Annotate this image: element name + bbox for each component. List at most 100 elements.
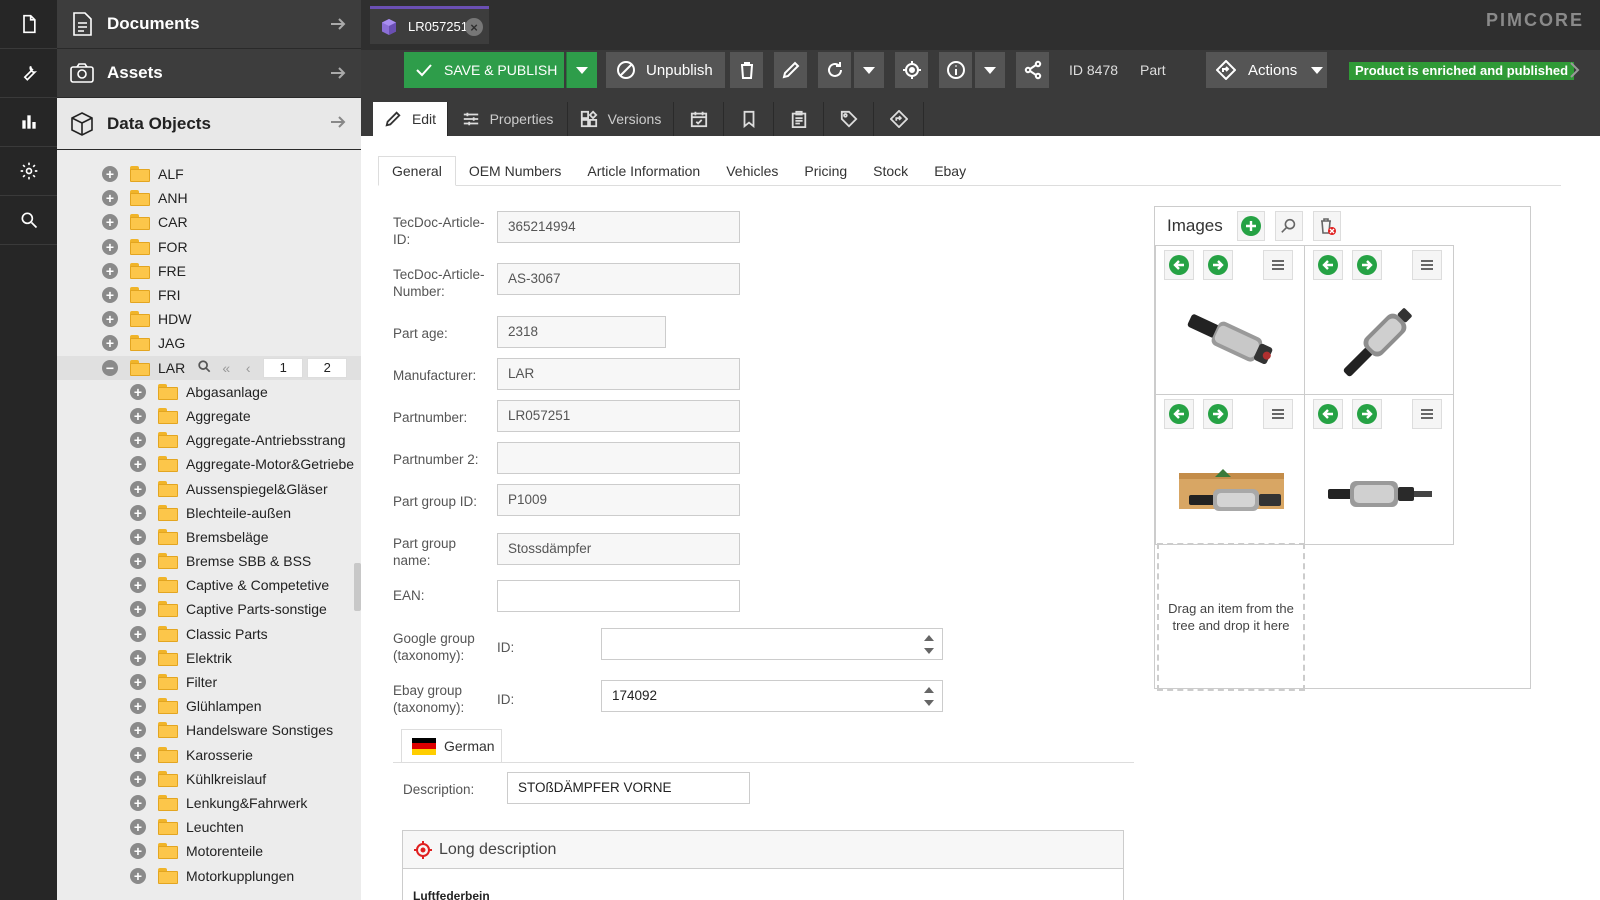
content-tab[interactable]: Vehicles — [713, 156, 791, 186]
search-icon[interactable] — [0, 196, 57, 245]
tree-node[interactable]: + Bremse SBB & BSS — [57, 549, 361, 573]
locate-in-tree-button[interactable] — [895, 52, 928, 88]
collapse-icon[interactable]: − — [102, 359, 118, 376]
documents-accordion[interactable]: Documents — [57, 0, 361, 49]
expand-icon[interactable]: + — [130, 625, 146, 642]
expand-icon[interactable]: + — [130, 698, 146, 715]
tree-node[interactable]: + Blechteile-außen — [57, 501, 361, 525]
spinner-icon[interactable] — [924, 635, 934, 655]
tree-node[interactable]: + Captive & Competetive — [57, 573, 361, 597]
content-tab[interactable]: General — [378, 156, 456, 186]
part-group-name-field[interactable]: Stossdämpfer — [497, 533, 740, 565]
move-right-button[interactable] — [1203, 250, 1233, 280]
tree-collapse-handle[interactable] — [354, 563, 361, 611]
expand-icon[interactable]: + — [130, 553, 146, 570]
rename-button[interactable] — [774, 52, 807, 88]
expand-icon[interactable]: + — [130, 383, 146, 400]
tree-node[interactable]: + FRI — [57, 283, 361, 307]
tab-language-german[interactable]: German — [401, 729, 502, 763]
expand-icon[interactable]: + — [130, 770, 146, 787]
expand-icon[interactable]: + — [130, 480, 146, 497]
expand-icon[interactable]: + — [130, 819, 146, 836]
image-menu-button[interactable] — [1263, 250, 1293, 280]
tree-node[interactable]: + FRE — [57, 259, 361, 283]
tab-schedule[interactable] — [674, 102, 724, 136]
tree-node[interactable]: + Handelsware Sonstiges — [57, 718, 361, 742]
image-menu-button[interactable] — [1412, 399, 1442, 429]
save-dropdown-button[interactable] — [566, 52, 597, 88]
actions-button[interactable]: Actions — [1206, 52, 1327, 88]
assets-accordion[interactable]: Assets — [57, 49, 361, 98]
file-icon[interactable] — [0, 0, 57, 49]
image-menu-button[interactable] — [1263, 399, 1293, 429]
expand-icon[interactable]: + — [102, 190, 118, 207]
close-icon[interactable]: × — [465, 18, 483, 36]
expand-icon[interactable]: + — [130, 504, 146, 521]
arrow-right-icon[interactable] — [329, 113, 347, 131]
tree-node[interactable]: + Aggregate-Antriebsstrang — [57, 428, 361, 452]
expand-icon[interactable]: + — [130, 432, 146, 449]
tecdoc-article-number-field[interactable]: AS-3067 — [497, 263, 740, 295]
spinner-icon[interactable] — [924, 687, 934, 707]
tree-node[interactable]: + Motorenteile — [57, 839, 361, 863]
content-tab[interactable]: Stock — [860, 156, 921, 186]
image-item[interactable] — [1304, 245, 1454, 396]
tree-node[interactable]: + Bremsbeläge — [57, 525, 361, 549]
expand-icon[interactable]: + — [130, 456, 146, 473]
image-menu-button[interactable] — [1412, 250, 1442, 280]
expand-icon[interactable]: + — [102, 214, 118, 231]
save-publish-button[interactable]: Save & Publish — [404, 52, 564, 88]
google-group-id-field[interactable] — [601, 628, 943, 660]
arrow-right-icon[interactable] — [329, 64, 347, 82]
tree-node[interactable]: + Lenkung&Fahrwerk — [57, 791, 361, 815]
tree-node[interactable]: + Aggregate-Motor&Getriebe — [57, 452, 361, 476]
part-age-field[interactable]: 2318 — [497, 316, 666, 348]
delete-button[interactable] — [730, 52, 763, 88]
tree-node[interactable]: + ANH — [57, 186, 361, 210]
tree-node[interactable]: + FOR — [57, 235, 361, 259]
tab-tags[interactable] — [824, 102, 874, 136]
data-objects-accordion[interactable]: Data Objects — [57, 98, 361, 150]
image-item[interactable] — [1155, 394, 1305, 545]
expand-icon[interactable]: + — [102, 166, 118, 183]
chevron-right-icon[interactable] — [1568, 60, 1582, 80]
page-number-input[interactable]: 1 — [263, 357, 304, 378]
image-item[interactable] — [1155, 245, 1305, 396]
info-dropdown-button[interactable] — [975, 52, 1005, 88]
tree-node[interactable]: + Karosserie — [57, 743, 361, 767]
tab-workflow[interactable] — [874, 102, 924, 136]
move-left-button[interactable] — [1164, 399, 1194, 429]
first-page-icon[interactable]: « — [215, 360, 237, 376]
content-tab[interactable]: Article Information — [574, 156, 713, 186]
tree-node[interactable]: + CAR — [57, 210, 361, 234]
object-tab[interactable]: LR057251 × — [370, 6, 489, 44]
tecdoc-article-id-field[interactable]: 365214994 — [497, 211, 740, 243]
unpublish-button[interactable]: Unpublish — [606, 52, 725, 88]
expand-icon[interactable]: + — [130, 867, 146, 884]
expand-icon[interactable]: + — [130, 601, 146, 618]
partnumber2-field[interactable] — [497, 442, 740, 474]
move-left-button[interactable] — [1313, 250, 1343, 280]
description-field[interactable]: STOßDÄMPFER VORNE — [507, 772, 750, 804]
ean-field[interactable] — [497, 580, 740, 612]
tree-node[interactable]: + ALF — [57, 162, 361, 186]
move-right-button[interactable] — [1352, 399, 1382, 429]
tab-edit[interactable]: Edit — [373, 102, 448, 136]
tree-node[interactable]: + Elektrik — [57, 646, 361, 670]
move-left-button[interactable] — [1313, 399, 1343, 429]
part-group-id-field[interactable]: P1009 — [497, 484, 740, 516]
expand-icon[interactable]: + — [130, 746, 146, 763]
reload-dropdown-button[interactable] — [854, 52, 884, 88]
tree-node-selected[interactable]: − LAR « ‹ 1 2 — [57, 355, 361, 380]
content-tab[interactable]: Pricing — [791, 156, 860, 186]
tree-node[interactable]: + Motorkupplungen — [57, 863, 361, 887]
move-right-button[interactable] — [1203, 399, 1233, 429]
prev-page-icon[interactable]: ‹ — [237, 360, 259, 376]
tab-notes[interactable] — [774, 102, 824, 136]
tree-node[interactable]: + Aussenspiegel&Gläser — [57, 476, 361, 500]
expand-icon[interactable]: + — [130, 577, 146, 594]
arrow-right-icon[interactable] — [329, 15, 347, 33]
share-button[interactable] — [1016, 52, 1049, 88]
wrench-icon[interactable] — [0, 49, 57, 98]
search-image-button[interactable] — [1274, 211, 1303, 241]
